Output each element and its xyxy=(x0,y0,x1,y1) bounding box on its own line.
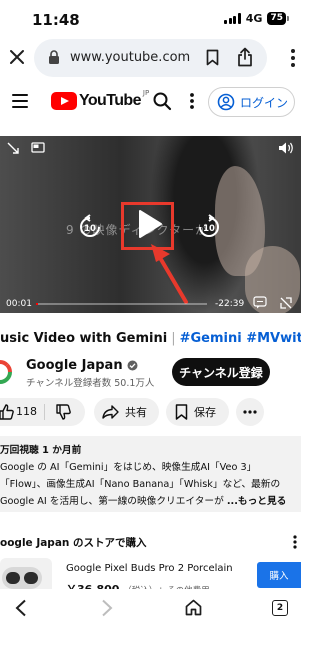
share-button[interactable]: 共有 xyxy=(94,398,159,426)
forward-icon[interactable] xyxy=(100,599,114,617)
signal-icon xyxy=(224,13,241,24)
network-type: 4G xyxy=(245,12,263,25)
close-icon[interactable] xyxy=(8,48,26,66)
browser-bottom-nav xyxy=(0,589,301,651)
description-line: 「Flow」、画像生成AI「Nano Banana」「Whisk」など、最新の xyxy=(0,479,281,490)
verified-icon xyxy=(127,360,138,371)
home-icon[interactable] xyxy=(185,599,202,616)
battery-icon: 75 xyxy=(267,12,286,25)
more-vertical-icon[interactable] xyxy=(189,92,195,110)
like-dislike-group: 118 xyxy=(0,398,85,426)
address-bar[interactable]: www.youtube.com xyxy=(34,39,267,77)
svg-text:10: 10 xyxy=(84,224,96,234)
hamburger-menu-icon[interactable] xyxy=(12,94,28,108)
channel-name[interactable]: Google Japan xyxy=(26,358,138,373)
buy-button[interactable]: 購入 xyxy=(257,562,301,588)
more-vertical-icon[interactable] xyxy=(292,534,298,550)
remaining-time: -22:39 xyxy=(215,299,245,309)
youtube-logo[interactable]: YouTube JP xyxy=(51,89,149,110)
store-heading: oogle Japan のストアで購入 xyxy=(0,537,147,549)
product-name[interactable]: Google Pixel Buds Pro 2 Porcelain xyxy=(66,563,233,574)
description-panel[interactable]: 万回視聴 1 か月前 Google の AI「Gemini」をはじめ、映像生成A… xyxy=(0,436,301,512)
progress-bar[interactable] xyxy=(36,303,207,305)
fullscreen-icon[interactable] xyxy=(280,297,292,309)
view-stats: 万回視聴 1 か月前 xyxy=(0,445,82,456)
annotation-arrow xyxy=(151,244,188,304)
back-icon[interactable] xyxy=(14,599,28,617)
channel-avatar[interactable] xyxy=(0,360,14,384)
youtube-play-icon xyxy=(51,92,77,110)
forward-10-icon[interactable]: 10 xyxy=(197,214,221,240)
thumbs-up-icon[interactable] xyxy=(0,404,14,420)
thumbs-down-icon[interactable] xyxy=(56,404,71,420)
account-icon xyxy=(217,93,235,111)
description-line: Google AI を活用し、第一線の映像クリエイターが xyxy=(0,496,227,507)
hashtags-link[interactable]: #Gemini #MVwithGemini xyxy=(180,331,301,346)
video-title: usic Video with Gemini|#Gemini #MVwithGe… xyxy=(0,331,301,351)
current-time: 00:01 xyxy=(6,299,32,309)
subscriber-count: チャンネル登録者数 50.1万人 xyxy=(26,378,155,389)
bookmark-icon[interactable] xyxy=(206,49,219,66)
login-button[interactable]: ログイン xyxy=(208,87,295,117)
bookmark-icon xyxy=(175,404,188,420)
more-vertical-icon[interactable] xyxy=(289,48,297,68)
youtube-header: YouTube JP ログイン xyxy=(0,80,301,124)
like-count[interactable]: 118 xyxy=(16,405,37,418)
description-line: Google の AI「Gemini」をはじめ、映像生成AI「Veo 3」 xyxy=(0,462,257,473)
save-button[interactable]: 保存 xyxy=(166,398,229,426)
minimize-icon[interactable] xyxy=(6,141,20,155)
tab-switcher-button[interactable]: 2 xyxy=(272,600,288,616)
status-bar: 11:48 4G 75 xyxy=(0,0,301,36)
browser-toolbar: www.youtube.com xyxy=(0,36,301,80)
clock: 11:48 xyxy=(32,11,80,29)
url-text: www.youtube.com xyxy=(70,50,191,65)
pip-icon[interactable] xyxy=(31,142,45,153)
share-icon[interactable] xyxy=(237,47,253,67)
show-more-link[interactable]: ...もっと見る xyxy=(227,496,286,507)
more-actions-button[interactable] xyxy=(236,398,264,426)
google-logo-icon xyxy=(0,360,12,384)
subscribe-button[interactable]: チャンネル登録 xyxy=(172,358,270,386)
svg-text:10: 10 xyxy=(203,224,215,234)
volume-icon[interactable] xyxy=(278,141,294,155)
share-arrow-icon xyxy=(102,405,119,419)
replay-10-icon[interactable]: 10 xyxy=(78,214,102,240)
progress-fill xyxy=(36,303,38,305)
search-icon[interactable] xyxy=(152,91,172,111)
more-horizontal-icon xyxy=(243,410,257,414)
captions-icon[interactable] xyxy=(253,296,267,309)
lock-icon xyxy=(49,50,59,64)
